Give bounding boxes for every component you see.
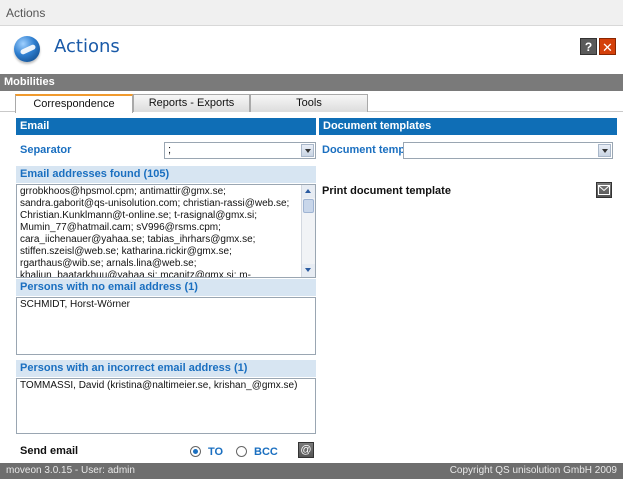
send-email-button[interactable]: @ <box>298 442 314 458</box>
status-bar: moveon 3.0.15 - User: admin Copyright QS… <box>0 463 623 479</box>
send-email-label: Send email <box>20 445 79 457</box>
print-template-button[interactable] <box>596 182 612 198</box>
incorrect-email-text: TOMMASSI, David (kristina@naltimeier.se,… <box>20 380 298 391</box>
app-logo-icon <box>14 36 40 62</box>
chevron-down-icon[interactable] <box>598 144 611 157</box>
window-title: Actions <box>6 6 46 20</box>
bcc-radio[interactable] <box>236 446 247 457</box>
to-label: TO <box>208 446 224 458</box>
window-titlebar: Actions <box>0 0 623 26</box>
status-copyright: Copyright QS unisolution GmbH 2009 <box>449 465 617 476</box>
page-title: Actions <box>54 36 120 57</box>
at-icon: @ <box>300 444 312 456</box>
emails-found-text: grrobkhoos@hpsmol.cpm; antimattir@gmx.se… <box>20 186 290 278</box>
incorrect-email-header: Persons with an incorrect email address … <box>16 360 316 377</box>
tab-tools[interactable]: Tools <box>250 94 368 112</box>
scroll-down-icon[interactable] <box>302 264 315 277</box>
tab-reports-exports[interactable]: Reports - Exports <box>133 94 250 112</box>
close-button[interactable]: ✕ <box>599 38 616 55</box>
envelope-icon <box>598 185 610 195</box>
scroll-thumb[interactable] <box>303 199 314 213</box>
status-version: moveon 3.0.15 - User: admin <box>6 465 135 476</box>
correspondence-panel: Email Separator ; Email addresses found … <box>16 118 617 458</box>
scroll-up-icon[interactable] <box>302 185 315 198</box>
bcc-label: BCC <box>254 446 278 458</box>
tab-correspondence[interactable]: Correspondence <box>15 94 133 113</box>
chevron-down-icon[interactable] <box>301 144 314 157</box>
print-template-label: Print document template <box>322 185 451 197</box>
emails-scrollbar[interactable] <box>301 185 315 277</box>
help-button[interactable]: ? <box>580 38 597 55</box>
separator-label: Separator <box>20 144 72 156</box>
templates-panel-header: Document templates <box>319 118 617 135</box>
to-radio[interactable] <box>190 446 201 457</box>
no-email-header: Persons with no email address (1) <box>16 279 316 296</box>
emails-found-textarea[interactable]: grrobkhoos@hpsmol.cpm; antimattir@gmx.se… <box>16 184 316 278</box>
no-email-text: SCHMIDT, Horst-Wörner <box>20 299 131 310</box>
no-email-textarea[interactable]: SCHMIDT, Horst-Wörner <box>16 297 316 355</box>
app-header: Actions ? ✕ <box>0 27 623 71</box>
incorrect-email-textarea[interactable]: TOMMASSI, David (kristina@naltimeier.se,… <box>16 378 316 434</box>
email-panel-header: Email <box>16 118 316 135</box>
document-template-select[interactable] <box>403 142 613 159</box>
emails-found-header: Email addresses found (105) <box>16 166 316 183</box>
separator-value: ; <box>168 144 172 156</box>
separator-select[interactable]: ; <box>164 142 316 159</box>
section-title: Mobilities <box>0 74 623 91</box>
tab-bar: Correspondence Reports - Exports Tools <box>0 91 623 113</box>
